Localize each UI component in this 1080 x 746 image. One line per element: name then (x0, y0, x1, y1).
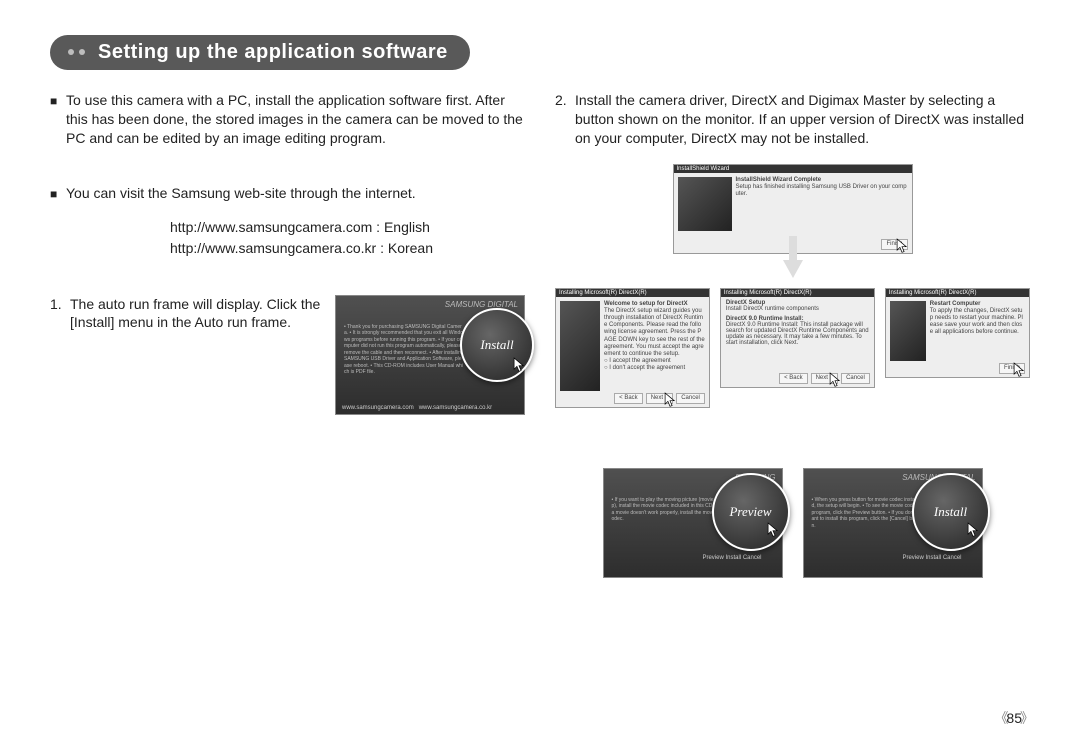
step-1-text: The auto run frame will display. Click t… (70, 295, 323, 333)
autorun-body-text: • Thank you for purchasing SAMSUNG Digit… (344, 324, 464, 376)
dialog-title: InstallShield Wizard (674, 165, 912, 173)
dialog-side-image (890, 301, 926, 361)
preview-body: • If you want to play the moving picture… (612, 497, 722, 523)
step-2-number: 2. (555, 91, 569, 148)
codec-screenshots-row: SAMSUNG • If you want to play the moving… (603, 468, 983, 578)
directx-setup-dialog: Installing Microsoft(R) DirectX(R) Direc… (720, 288, 875, 388)
directx-dialog-row: Installing Microsoft(R) DirectX(R) Welco… (555, 288, 1030, 408)
url-english: http://www.samsungcamera.com : English (170, 217, 525, 238)
intro-paragraph-1: ■ To use this camera with a PC, install … (50, 91, 525, 148)
heading-text: Setting up the application software (98, 41, 448, 63)
intro-paragraph-2: ■ You can visit the Samsung web-site thr… (50, 184, 525, 203)
install-body: • When you press button for movie codec … (812, 497, 922, 530)
dialog-heading: Welcome to setup for DirectX (604, 301, 688, 307)
cancel-button[interactable]: Cancel (841, 373, 870, 383)
arrow-down-icon (783, 260, 803, 278)
square-bullet-icon: ■ (50, 184, 66, 203)
cursor-icon (1012, 361, 1026, 379)
dialog-title: Installing Microsoft(R) DirectX(R) (721, 289, 874, 297)
page-heading: Setting up the application software (50, 35, 1030, 73)
manual-page: Setting up the application software ■ To… (0, 0, 1080, 746)
install-zoom-label: Install (480, 337, 513, 353)
autorun-footer: www.samsungcamera.com www.samsungcamera.… (342, 405, 492, 411)
preview-zoom-label: Preview (729, 504, 771, 520)
dialog-body: DirectX 9.0 Runtime Install: This instal… (726, 322, 869, 346)
step-2-text: Install the camera driver, DirectX and D… (575, 91, 1030, 148)
directx-restart-dialog: Installing Microsoft(R) DirectX(R) Resta… (885, 288, 1030, 378)
right-column: 2. Install the camera driver, DirectX an… (555, 91, 1030, 578)
step-1-number: 1. (50, 295, 64, 333)
autorun-screenshot: SAMSUNG DIGITAL • Thank you for purchasi… (335, 295, 525, 415)
square-bullet-icon: ■ (50, 91, 66, 148)
cursor-icon (663, 391, 677, 409)
install-zoom-circle: Install (460, 308, 534, 382)
left-column: ■ To use this camera with a PC, install … (50, 91, 525, 578)
cursor-icon (966, 521, 980, 539)
cursor-icon (895, 237, 909, 255)
dialog-sub: Install DirectX runtime components (726, 306, 819, 312)
website-urls: http://www.samsungcamera.com : English h… (170, 217, 525, 259)
dialog-body: To apply the changes, DirectX setup need… (930, 308, 1023, 336)
dialog-body: Setup has finished installing Samsung US… (736, 184, 907, 197)
install-buttons: Preview Install Cancel (902, 555, 961, 561)
step-1: 1. The auto run frame will display. Clic… (50, 295, 323, 333)
back-button[interactable]: < Back (614, 393, 643, 403)
preview-screenshot: SAMSUNG • If you want to play the moving… (603, 468, 783, 578)
cursor-icon (766, 521, 780, 539)
autorun-brand: SAMSUNG DIGITAL (445, 300, 518, 309)
preview-zoom-circle: Preview (712, 473, 790, 551)
cancel-button[interactable]: Cancel (676, 393, 705, 403)
heading-dots-icon (68, 49, 85, 55)
back-button[interactable]: < Back (779, 373, 808, 383)
dialog-title: Installing Microsoft(R) DirectX(R) (556, 289, 709, 297)
dialog-side-image (678, 177, 732, 231)
two-column-layout: ■ To use this camera with a PC, install … (50, 91, 1030, 578)
cursor-icon (828, 371, 842, 389)
directx-welcome-dialog: Installing Microsoft(R) DirectX(R) Welco… (555, 288, 710, 408)
preview-buttons: Preview Install Cancel (702, 555, 761, 561)
intro-1-text: To use this camera with a PC, install th… (66, 91, 525, 148)
url-korean: http://www.samsungcamera.co.kr : Korean (170, 238, 525, 259)
cursor-icon (512, 356, 526, 374)
install-flow: InstallShield Wizard InstallShield Wizar… (555, 164, 1030, 578)
install-zoom-circle-2: Install (912, 473, 990, 551)
dialog-side-image (560, 301, 600, 391)
heading-pill: Setting up the application software (50, 35, 470, 70)
dialog-heading: Restart Computer (930, 301, 981, 307)
step-1-row: 1. The auto run frame will display. Clic… (50, 295, 525, 415)
intro-2-text: You can visit the Samsung web-site throu… (66, 184, 525, 203)
install-screenshot: SAMSUNG DIGITAL • When you press button … (803, 468, 983, 578)
page-number: 85 (994, 708, 1034, 728)
step-2: 2. Install the camera driver, DirectX an… (555, 91, 1030, 148)
dialog-body: The DirectX setup wizard guides you thro… (604, 308, 705, 357)
install-zoom-label-2: Install (934, 504, 967, 520)
dialog-heading: InstallShield Wizard Complete (736, 177, 822, 183)
dialog-title: Installing Microsoft(R) DirectX(R) (886, 289, 1029, 297)
